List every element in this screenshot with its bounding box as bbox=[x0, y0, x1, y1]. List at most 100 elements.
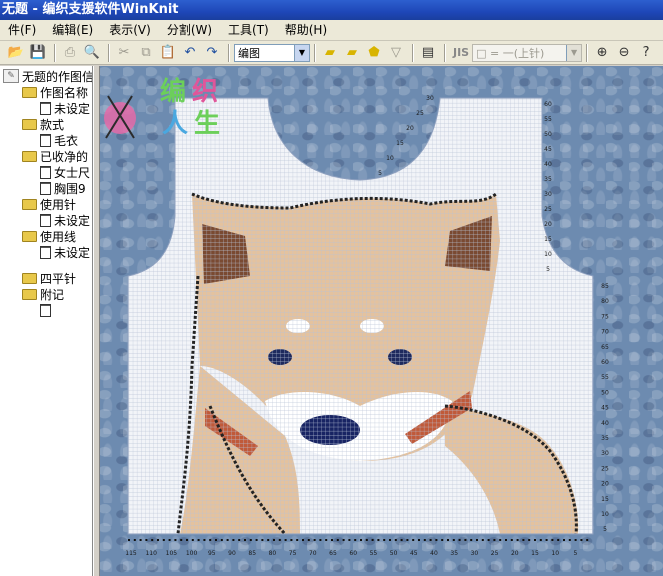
x-axis-tick-mark bbox=[499, 539, 502, 541]
open-icon[interactable]: 📂 bbox=[6, 43, 26, 63]
menu-tools[interactable]: 工具(T) bbox=[220, 20, 277, 41]
tree-folder[interactable]: 已收净的 bbox=[22, 148, 88, 164]
x-axis-tick-label: 110 bbox=[145, 550, 157, 557]
stitch-symbol-select[interactable]: □ = 一(上针) ▼ bbox=[472, 43, 583, 62]
svg-text:生: 生 bbox=[194, 109, 220, 139]
x-axis-tick-mark bbox=[470, 539, 473, 541]
save-icon[interactable]: 💾 bbox=[28, 43, 48, 63]
x-axis-tick-mark bbox=[215, 539, 217, 541]
chart-settings-icon[interactable]: ▤ bbox=[418, 43, 438, 63]
collar-icon[interactable]: ▽ bbox=[386, 43, 406, 63]
mode-select[interactable]: 编图 ▼ bbox=[234, 43, 310, 62]
x-axis-tick-mark bbox=[284, 539, 287, 541]
svg-text:编: 编 bbox=[160, 76, 186, 107]
tree-item-label: 胸围9 bbox=[54, 181, 86, 196]
jis-label: JIS bbox=[453, 46, 470, 59]
x-axis-tick-mark bbox=[133, 539, 136, 541]
x-axis-tick-label: 65 bbox=[329, 550, 337, 557]
x-axis-tick-mark bbox=[406, 539, 409, 541]
tree-item-label: 未设定 bbox=[54, 101, 91, 116]
menu-edit[interactable]: 编辑(E) bbox=[44, 20, 101, 41]
pane-splitter[interactable] bbox=[93, 66, 100, 576]
x-axis-tick-mark bbox=[516, 539, 519, 541]
chart-canvas[interactable]: 115 110 105 100 95 90 85 80 75 70 65 60 55 50 45 40 35 30… bbox=[100, 66, 663, 576]
x-axis-tick-mark bbox=[539, 539, 542, 541]
x-axis-tick-mark bbox=[458, 539, 461, 541]
tree-folder[interactable]: 使用针 bbox=[22, 196, 76, 212]
print-icon[interactable]: ⎙ bbox=[60, 43, 80, 63]
x-axis-tick-mark bbox=[157, 539, 159, 541]
menu-view[interactable]: 表示(V) bbox=[101, 20, 159, 41]
tree-folder[interactable]: 作图名称 bbox=[22, 84, 88, 100]
menu-split[interactable]: 分割(W) bbox=[159, 20, 220, 41]
tree-folder[interactable]: 四平针 bbox=[22, 270, 76, 286]
zoom-in-icon[interactable]: ⊕ bbox=[592, 43, 612, 63]
y-axis-tick-label: 55 bbox=[601, 374, 609, 381]
neckline-tick-label: 20 bbox=[406, 125, 414, 132]
copy-icon[interactable]: ⧉ bbox=[136, 43, 156, 63]
tree-item-label: 毛衣 bbox=[54, 133, 79, 148]
menu-file[interactable]: 件(F) bbox=[0, 20, 44, 41]
folder-icon bbox=[22, 230, 37, 242]
x-axis-tick-mark bbox=[273, 539, 275, 541]
x-axis-tick-label: 50 bbox=[390, 550, 398, 557]
x-axis-tick-mark bbox=[186, 539, 188, 541]
tree-leaf[interactable]: 毛衣 bbox=[40, 132, 78, 148]
toolbar: 📂 💾 ⎙ 🔍 ✂ ⧉ 📋 ↶ ↷ 编图 ▼ ▰ ▰ ⬟ ▽ ▤ JIS □ =… bbox=[0, 41, 663, 65]
x-axis-tick-mark bbox=[261, 539, 264, 541]
tree-folder[interactable]: 使用线 bbox=[22, 228, 76, 244]
tree-leaf[interactable]: 胸围9 bbox=[40, 180, 86, 196]
tree-leaf[interactable]: 未设定 bbox=[40, 212, 90, 228]
x-axis-tick-mark bbox=[331, 539, 333, 541]
tree-leaf[interactable] bbox=[40, 302, 54, 318]
paste-icon[interactable]: 📋 bbox=[158, 43, 178, 63]
undo-icon[interactable]: ↶ bbox=[180, 43, 200, 63]
x-axis-tick-mark bbox=[447, 539, 449, 541]
tree-leaf[interactable]: 未设定 bbox=[40, 100, 90, 116]
tree-item-label: 未设定 bbox=[54, 245, 91, 260]
y-axis-tick-label: 70 bbox=[601, 329, 609, 336]
tree-leaf[interactable]: 女士尺 bbox=[40, 164, 90, 180]
chevron-down-icon[interactable]: ▼ bbox=[566, 44, 582, 61]
y-axis-tick-label: 10 bbox=[601, 511, 609, 518]
x-axis-tick-label: 35 bbox=[450, 550, 458, 557]
zoom-out-icon[interactable]: ⊖ bbox=[614, 43, 634, 63]
y-axis-tick-label: 60 bbox=[601, 359, 609, 366]
redo-icon[interactable]: ↷ bbox=[202, 43, 222, 63]
x-axis-tick-mark bbox=[290, 539, 293, 541]
y-axis-tick-label: 50 bbox=[601, 389, 609, 396]
tree-leaf[interactable]: 未设定 bbox=[40, 244, 90, 260]
x-axis-tick-label: 5 bbox=[573, 550, 577, 557]
tree-item-label: 已收净的 bbox=[40, 149, 89, 164]
body-front-icon[interactable]: ▰ bbox=[320, 43, 340, 63]
x-axis-tick-mark bbox=[244, 539, 246, 541]
tree-item-label: 使用针 bbox=[40, 197, 77, 212]
x-axis-tick-mark bbox=[568, 539, 571, 541]
tree-folder[interactable]: 附记 bbox=[22, 286, 64, 302]
menu-help[interactable]: 帮助(H) bbox=[277, 20, 335, 41]
x-axis-tick-mark bbox=[145, 539, 148, 541]
x-axis-tick-label: 15 bbox=[531, 550, 539, 557]
tree-item-label: 作图名称 bbox=[40, 85, 89, 100]
y-axis-tick-label: 25 bbox=[544, 206, 552, 213]
y-axis-tick-label: 40 bbox=[544, 161, 552, 168]
body-back-icon[interactable]: ▰ bbox=[342, 43, 362, 63]
document-tree-icon: ✎ bbox=[3, 69, 19, 83]
tree-root[interactable]: ✎ 无题的作图信 bbox=[3, 68, 93, 84]
cut-icon[interactable]: ✂ bbox=[114, 43, 134, 63]
neckline-tick-label: 25 bbox=[416, 110, 424, 117]
x-axis-tick-label: 80 bbox=[269, 550, 277, 557]
info-tree: ✎ 无题的作图信 作图名称 未设定 款式 毛衣 已收净的 女士尺 胸围9 使用针 未设定 使用线未… bbox=[0, 66, 93, 576]
x-axis-tick-mark bbox=[232, 539, 235, 541]
y-axis-tick-label: 65 bbox=[601, 344, 609, 351]
chevron-down-icon[interactable]: ▼ bbox=[294, 44, 309, 61]
sleeve-icon[interactable]: ⬟ bbox=[364, 43, 384, 63]
help-pointer-icon[interactable]: ? bbox=[636, 43, 656, 63]
tree-root-label: 无题的作图信 bbox=[22, 69, 93, 84]
toolbar-separator bbox=[314, 43, 316, 62]
tree-folder[interactable]: 款式 bbox=[22, 116, 64, 132]
y-axis-tick-label: 30 bbox=[544, 191, 552, 198]
y-axis-tick-label: 35 bbox=[544, 176, 552, 183]
document-icon bbox=[40, 165, 51, 179]
print-preview-icon[interactable]: 🔍 bbox=[82, 43, 102, 63]
